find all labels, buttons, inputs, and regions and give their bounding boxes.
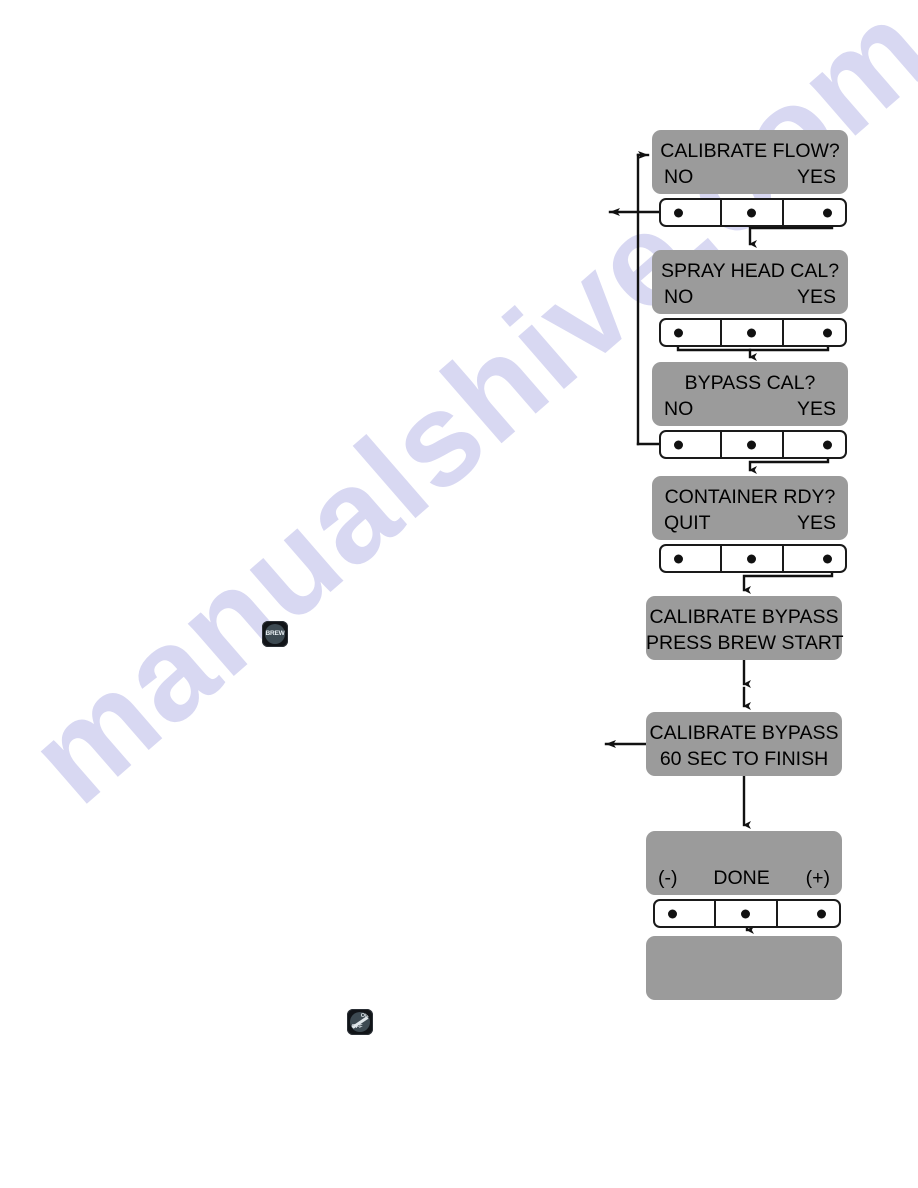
brew-button[interactable]: BREW — [262, 621, 288, 647]
lcd-title: CALIBRATE FLOW? — [660, 140, 840, 162]
key-dot-icon — [747, 328, 757, 337]
brew-button-label: BREW — [265, 629, 285, 637]
key-dot-icon — [674, 440, 683, 449]
key-dot-icon — [741, 909, 751, 918]
key-dot-icon — [747, 554, 757, 563]
key-dot-icon — [674, 554, 683, 563]
keybar-done-adjust[interactable] — [653, 899, 841, 928]
key-right[interactable] — [784, 432, 845, 457]
page-canvas: manualshive.com CALIBRATE FLOW? NO YES S… — [0, 0, 918, 1188]
lcd-screen-done-adjust: (-) DONE (+) — [646, 831, 842, 895]
key-right[interactable] — [784, 320, 845, 345]
key-left[interactable] — [661, 320, 723, 345]
on-off-switch-icon: ON OFF — [350, 1012, 370, 1032]
lcd-title: CALIBRATE BYPASS — [649, 606, 839, 628]
key-dot-icon — [674, 328, 683, 337]
key-middle[interactable] — [722, 432, 784, 457]
brew-button-icon: BREW — [265, 624, 285, 644]
key-middle[interactable] — [722, 546, 784, 571]
key-dot-icon — [822, 440, 832, 449]
key-dot-icon — [668, 909, 677, 918]
lcd-left-option: NO — [664, 398, 694, 420]
key-dot-icon — [674, 208, 683, 217]
lcd-right-option: YES — [796, 166, 836, 188]
key-dot-icon — [816, 909, 826, 918]
keybar-bypass-cal[interactable] — [659, 430, 847, 459]
lcd-screen-calibrate-flow: CALIBRATE FLOW? NO YES — [652, 130, 848, 194]
flow-diagram: CALIBRATE FLOW? NO YES SPRAY HEAD CAL? N… — [0, 0, 918, 1188]
key-middle[interactable] — [722, 320, 784, 345]
key-middle[interactable] — [716, 901, 778, 926]
lcd-title: SPRAY HEAD CAL? — [660, 260, 840, 282]
lcd-title: CALIBRATE BYPASS — [649, 722, 839, 744]
lcd-left-option: NO — [664, 286, 694, 308]
key-right[interactable] — [778, 901, 839, 926]
keybar-calibrate-flow[interactable] — [659, 198, 847, 227]
key-right[interactable] — [784, 200, 845, 225]
key-left[interactable] — [661, 432, 723, 457]
key-left[interactable] — [655, 901, 717, 926]
lcd-minus-option: (-) — [658, 867, 678, 889]
lcd-right-option: YES — [796, 398, 836, 420]
lcd-screen-spray-head-cal: SPRAY HEAD CAL? NO YES — [652, 250, 848, 314]
lcd-screen-container-rdy: CONTAINER RDY? QUIT YES — [652, 476, 848, 540]
key-left[interactable] — [661, 200, 723, 225]
lcd-left-option: QUIT — [664, 512, 711, 534]
key-dot-icon — [747, 208, 757, 217]
keybar-spray-head-cal[interactable] — [659, 318, 847, 347]
keybar-container-rdy[interactable] — [659, 544, 847, 573]
lcd-subtitle: PRESS BREW START — [646, 632, 844, 654]
key-dot-icon — [822, 328, 832, 337]
key-middle[interactable] — [722, 200, 784, 225]
lcd-title: BYPASS CAL? — [684, 372, 816, 394]
lcd-center-option: DONE — [713, 867, 770, 889]
key-right[interactable] — [784, 546, 845, 571]
lcd-right-option: YES — [796, 512, 836, 534]
lcd-title: CONTAINER RDY? — [664, 486, 836, 508]
off-label: OFF — [351, 1024, 363, 1030]
lcd-left-option: NO — [664, 166, 694, 188]
lcd-screen-blank — [646, 936, 842, 1000]
lcd-right-option: YES — [796, 286, 836, 308]
lcd-screen-calibrate-bypass-start: CALIBRATE BYPASS PRESS BREW START — [646, 596, 844, 660]
lcd-subtitle: 60 SEC TO FINISH — [659, 748, 829, 770]
key-dot-icon — [822, 554, 832, 563]
lcd-plus-option: (+) — [805, 867, 830, 889]
on-label: ON — [360, 1012, 369, 1019]
on-off-button[interactable]: ON OFF — [347, 1009, 373, 1035]
key-left[interactable] — [661, 546, 723, 571]
lcd-screen-bypass-cal: BYPASS CAL? NO YES — [652, 362, 848, 426]
key-dot-icon — [747, 440, 757, 449]
key-dot-icon — [822, 208, 832, 217]
lcd-screen-calibrate-bypass-countdown: CALIBRATE BYPASS 60 SEC TO FINISH — [646, 712, 842, 776]
